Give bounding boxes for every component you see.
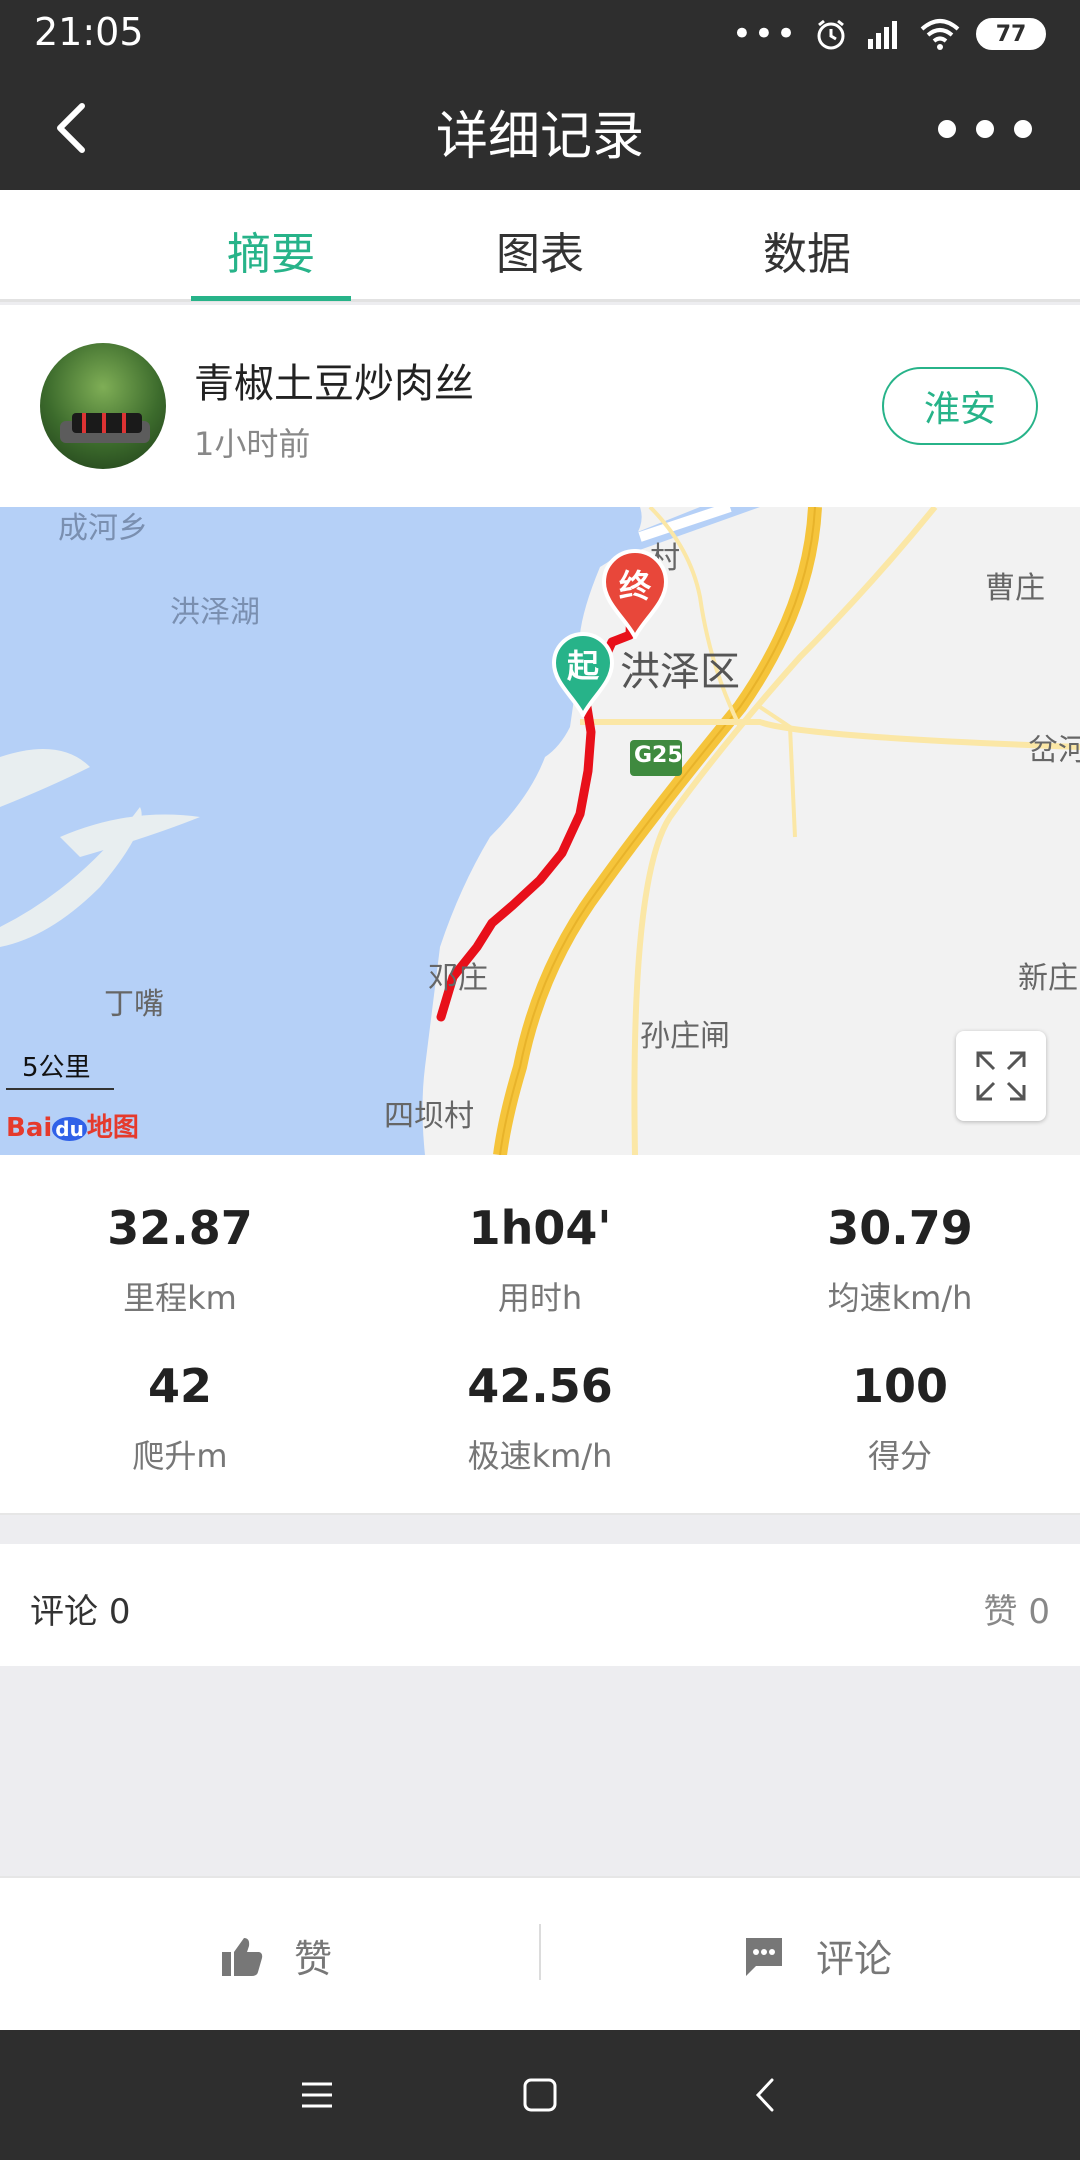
stat-avg-speed: 30.79 均速km/h (720, 1201, 1080, 1319)
comment-count-label: 评论 (30, 1592, 98, 1632)
map-label-chenghexiang: 成河乡 (58, 511, 148, 546)
stat-value: 1h04' (468, 1201, 612, 1255)
map-scale: 5公里 (6, 1047, 114, 1090)
stat-label: 极速km/h (467, 1437, 613, 1475)
status-time: 21:05 (34, 10, 144, 54)
tab-bar: 摘要 图表 数据 (0, 190, 1080, 302)
page-title: 详细记录 (435, 107, 644, 167)
stat-distance: 32.87 里程km (0, 1201, 360, 1319)
baidu-logo-du: du (52, 1117, 87, 1141)
like-count-value: 0 (1028, 1592, 1050, 1632)
comment-button-label: 评论 (816, 1937, 893, 1981)
stat-value: 30.79 (827, 1201, 973, 1255)
action-bar: 赞 评论 (0, 1876, 1080, 2030)
expand-icon (976, 1051, 1026, 1101)
comment-button[interactable]: 评论 (742, 1928, 892, 1983)
map-label-hongzehu: 洪泽湖 (170, 595, 260, 630)
status-bar: 21:05 ••• 77 (0, 0, 1080, 66)
user-info-row: 青椒土豆炒肉丝 1小时前 淮安 (0, 305, 1080, 507)
map-label-hongzequ: 洪泽区 (620, 649, 740, 695)
stat-label: 均速km/h (827, 1279, 973, 1317)
ride-stats: 32.87 里程km 1h04' 用时h 30.79 均速km/h 42 爬升m… (0, 1155, 1080, 1515)
start-pin-label: 起 (566, 647, 599, 685)
map-label-chahe: 岔河 (1028, 733, 1080, 768)
map-label-xinzhuang: 新庄 (1018, 961, 1078, 996)
user-name[interactable]: 青椒土豆炒肉丝 (194, 351, 474, 409)
stat-label: 用时h (497, 1279, 583, 1317)
action-divider (539, 1924, 541, 1980)
stat-label: 爬升m (132, 1437, 228, 1475)
like-count-label: 赞 (983, 1592, 1018, 1632)
more-notifications-icon: ••• (731, 14, 798, 54)
active-tab-indicator (191, 296, 351, 301)
nav-bar: 详细记录 (0, 66, 1080, 190)
baidu-logo-map: 地图 (86, 1113, 139, 1143)
stat-value: 42 (147, 1359, 212, 1413)
map-graphics (0, 507, 1080, 1155)
comment-bubble-icon (746, 1937, 782, 1976)
record-time: 1小时前 (194, 425, 311, 463)
stat-label: 里程km (123, 1279, 237, 1317)
status-icons: ••• 77 (732, 14, 1046, 54)
comment-like-summary: 评论 0 赞 0 (0, 1544, 1080, 1666)
start-pin-icon: 起 (550, 631, 616, 717)
map-label-caozhuang: 曹庄 (985, 571, 1045, 606)
stat-score: 100 得分 (720, 1359, 1080, 1477)
tab-summary[interactable]: 摘要 (191, 218, 351, 282)
end-pin-icon: 终 (600, 549, 670, 639)
city-button[interactable]: 淮安 (882, 367, 1038, 445)
stat-label: 得分 (867, 1437, 932, 1475)
end-pin-label: 终 (618, 567, 651, 605)
alarm-icon (817, 19, 845, 50)
stat-value: 32.87 (107, 1201, 253, 1255)
system-nav-bar (0, 2030, 1080, 2160)
battery-icon: 77 (976, 18, 1046, 50)
stat-value: 42.56 (467, 1359, 613, 1413)
stat-duration: 1h04' 用时h (360, 1201, 720, 1319)
stat-max-speed: 42.56 极速km/h (360, 1359, 720, 1477)
like-button-label: 赞 (294, 1937, 333, 1981)
map-label-sunzhuangzha: 孙庄闸 (640, 1019, 730, 1054)
map-label-g25: G25 (634, 743, 683, 768)
baidu-map-logo: Bai du 地图 (6, 1107, 139, 1144)
route-map[interactable]: 成河乡 洪泽湖 村 曹庄 洪泽区 岔河 G25 邓庄 丁嘴 新庄 孙庄闸 四坝村… (0, 507, 1080, 1155)
tab-data[interactable]: 数据 (727, 218, 887, 282)
map-label-sibacun: 四坝村 (384, 1099, 474, 1134)
map-label-dingzui: 丁嘴 (104, 987, 164, 1022)
menu-icon[interactable] (294, 2072, 340, 2118)
tab-charts[interactable]: 图表 (460, 218, 620, 282)
fullscreen-button[interactable] (956, 1031, 1046, 1121)
comment-count[interactable]: 评论 0 (30, 1584, 130, 1633)
comment-count-value: 0 (108, 1592, 131, 1632)
avatar-riders (72, 413, 142, 433)
like-count[interactable]: 赞 0 (984, 1584, 1050, 1633)
map-label-dengzhuang: 邓庄 (428, 961, 488, 996)
baidu-logo-bai: Bai (6, 1113, 53, 1143)
signal-icon (868, 21, 897, 49)
thumbs-up-icon (222, 1937, 263, 1976)
avatar[interactable] (40, 343, 166, 469)
home-icon[interactable] (517, 2072, 563, 2118)
like-button[interactable]: 赞 (220, 1928, 332, 1983)
wifi-icon (920, 19, 960, 50)
more-options-icon[interactable] (930, 112, 1040, 146)
stat-climb: 42 爬升m (0, 1359, 360, 1477)
stat-value: 100 (851, 1359, 949, 1413)
system-back-icon[interactable] (744, 2072, 790, 2118)
